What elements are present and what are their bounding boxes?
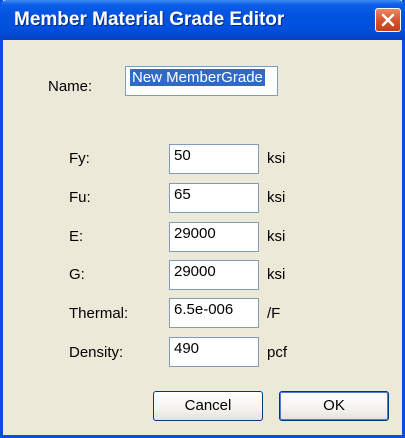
cancel-button[interactable]: Cancel bbox=[153, 391, 263, 421]
thermal-unit: /F bbox=[267, 305, 281, 322]
ok-button[interactable]: OK bbox=[279, 391, 389, 421]
g-value: 29000 bbox=[174, 263, 216, 280]
e-value: 29000 bbox=[174, 225, 216, 242]
g-input[interactable]: 29000 bbox=[169, 260, 259, 290]
thermal-input[interactable]: 6.5e-006 bbox=[169, 298, 259, 328]
name-input-value: New MemberGrade bbox=[130, 69, 265, 86]
fu-input[interactable]: 65 bbox=[169, 183, 259, 213]
fy-label: Fy: bbox=[69, 150, 90, 167]
g-unit: ksi bbox=[267, 266, 286, 283]
thermal-value: 6.5e-006 bbox=[174, 301, 234, 318]
fy-value: 50 bbox=[174, 147, 191, 164]
e-label: E: bbox=[69, 228, 84, 245]
thermal-label: Thermal: bbox=[69, 305, 129, 322]
title-bar[interactable]: Member Material Grade Editor bbox=[0, 0, 405, 40]
density-value: 490 bbox=[174, 340, 200, 357]
name-label: Name: bbox=[48, 78, 93, 95]
fy-input[interactable]: 50 bbox=[169, 144, 259, 174]
e-input[interactable]: 29000 bbox=[169, 222, 259, 252]
fy-unit: ksi bbox=[267, 150, 286, 167]
close-button[interactable] bbox=[375, 8, 401, 32]
close-icon bbox=[381, 13, 395, 27]
dialog-window: Member Material Grade Editor Name: New M… bbox=[0, 0, 405, 438]
window-title: Member Material Grade Editor bbox=[14, 9, 285, 30]
g-label: G: bbox=[69, 266, 85, 283]
density-unit: pcf bbox=[267, 344, 288, 361]
density-input[interactable]: 490 bbox=[169, 337, 259, 367]
density-label: Density: bbox=[69, 344, 124, 361]
dialog-body: Name: New MemberGrade Fy: 50 ksi Fu: 65 … bbox=[3, 40, 402, 435]
e-unit: ksi bbox=[267, 228, 286, 245]
fu-label: Fu: bbox=[69, 189, 91, 206]
fu-unit: ksi bbox=[267, 189, 286, 206]
fu-value: 65 bbox=[174, 186, 191, 203]
name-input[interactable]: New MemberGrade bbox=[125, 66, 278, 96]
